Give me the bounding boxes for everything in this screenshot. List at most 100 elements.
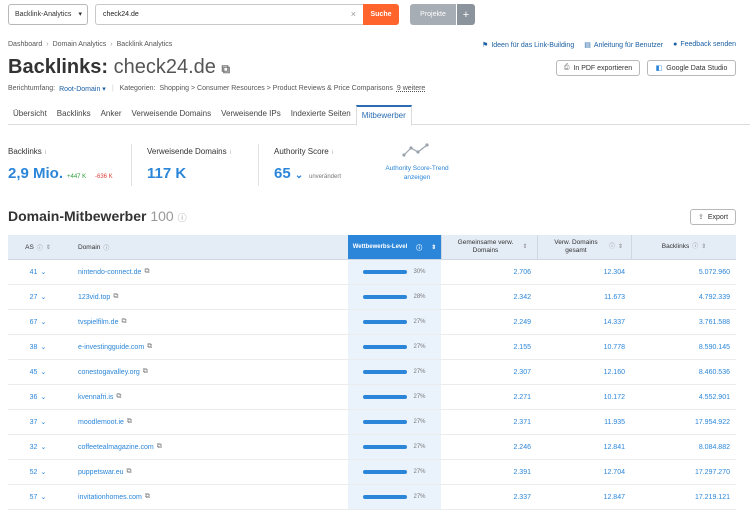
column-as[interactable]: AS ⓘ ⇕ xyxy=(8,235,68,259)
ref-domains-cell[interactable]: 12.160 xyxy=(537,360,631,384)
domain-link[interactable]: moodlemoot.ie xyxy=(78,419,124,426)
external-link-icon[interactable]: ⧉ xyxy=(157,443,162,451)
domain-link[interactable]: invitationhomes.com xyxy=(78,494,142,501)
info-icon[interactable]: i xyxy=(332,150,333,156)
domain-link[interactable]: e-investingguide.com xyxy=(78,344,144,351)
tab-anchors[interactable]: Anker xyxy=(96,105,127,125)
sort-icon[interactable]: ⇕ xyxy=(522,243,527,251)
backlinks-metric-value[interactable]: 2,9 Mio. xyxy=(8,165,63,182)
backlinks-cell[interactable]: 8.460.536 xyxy=(631,360,736,384)
backlinks-cell[interactable]: 8.590.145 xyxy=(631,335,736,359)
search-input[interactable]: check24.de × xyxy=(95,4,363,25)
column-competition-level[interactable]: Wettbewerbs-Level ⓘ ⇕ xyxy=(348,235,441,259)
external-link-icon[interactable]: ⧉ xyxy=(127,418,132,426)
scope-select[interactable]: Root-Domain ▾ xyxy=(59,85,106,93)
info-icon[interactable]: ⓘ xyxy=(692,243,698,251)
backlinks-cell[interactable]: 5.072.960 xyxy=(631,260,736,284)
as-cell[interactable]: 67 ⌄ xyxy=(8,310,68,334)
external-link-icon[interactable]: ⧉ xyxy=(144,268,149,276)
export-button[interactable]: ⇪ Export xyxy=(690,209,736,225)
domain-link[interactable]: nintendo-connect.de xyxy=(78,269,141,276)
tab-overview[interactable]: Übersicht xyxy=(8,105,52,125)
external-link-icon[interactable]: ⧉ xyxy=(147,343,152,351)
as-cell[interactable]: 27 ⌄ xyxy=(8,285,68,309)
tab-competitors[interactable]: Mitbewerber xyxy=(355,105,412,126)
tab-indexed-pages[interactable]: Indexierte Seiten xyxy=(286,105,356,125)
info-icon[interactable]: ⓘ xyxy=(609,243,615,251)
common-domains-cell[interactable]: 2.155 xyxy=(441,335,537,359)
info-icon[interactable]: ⓘ xyxy=(37,243,43,252)
clear-icon[interactable]: × xyxy=(351,9,356,19)
external-link-icon[interactable]: ⧉ xyxy=(116,393,121,401)
feedback-link[interactable]: ● Feedback senden xyxy=(673,41,736,49)
domain-link[interactable]: tvspielfilm.de xyxy=(78,319,118,326)
ref-domains-cell[interactable]: 11.673 xyxy=(537,285,631,309)
as-cell[interactable]: 57 ⌄ xyxy=(8,485,68,509)
search-button[interactable]: Suche xyxy=(363,4,399,25)
sort-icon[interactable]: ⇕ xyxy=(431,244,436,251)
info-icon[interactable]: i xyxy=(45,150,46,156)
backlinks-cell[interactable]: 17.219.121 xyxy=(631,485,736,509)
authority-metric-value[interactable]: 65 ⌄ xyxy=(274,165,303,182)
info-icon[interactable]: ⓘ xyxy=(178,213,187,223)
as-cell[interactable]: 36 ⌄ xyxy=(8,385,68,409)
domain-link[interactable]: conestogavalley.org xyxy=(78,369,140,376)
export-pdf-button[interactable]: ⎙ In PDF exportieren xyxy=(556,60,640,76)
as-cell[interactable]: 38 ⌄ xyxy=(8,335,68,359)
column-total-ref-domains[interactable]: Verw. Domains gesamt ⓘ ⇕ xyxy=(537,235,631,259)
ref-domains-metric-value[interactable]: 117 K xyxy=(147,165,186,182)
authority-trend-link[interactable]: Authority Score-Trend anzeigen xyxy=(378,164,456,182)
common-domains-cell[interactable]: 2.271 xyxy=(441,385,537,409)
backlinks-cell[interactable]: 8.084.882 xyxy=(631,435,736,459)
external-link-icon[interactable]: ⧉ xyxy=(121,318,126,326)
domain-link[interactable]: coffeetealmagazine.com xyxy=(78,444,154,451)
backlinks-cell[interactable]: 4.792.339 xyxy=(631,285,736,309)
database-select[interactable]: Backlink-Analytics ▾ xyxy=(8,4,88,25)
projekte-button[interactable]: Projekte xyxy=(410,4,456,25)
common-domains-cell[interactable]: 2.249 xyxy=(441,310,537,334)
ref-domains-cell[interactable]: 12.704 xyxy=(537,460,631,484)
common-domains-cell[interactable]: 2.371 xyxy=(441,410,537,434)
domain-link[interactable]: puppetswar.eu xyxy=(78,469,124,476)
common-domains-cell[interactable]: 2.337 xyxy=(441,485,537,509)
more-categories-link[interactable]: 9 weitere xyxy=(397,85,425,93)
sort-icon[interactable]: ⇕ xyxy=(618,243,623,251)
ref-domains-cell[interactable]: 10.172 xyxy=(537,385,631,409)
as-cell[interactable]: 41 ⌄ xyxy=(8,260,68,284)
external-link-icon[interactable]: ⧉ xyxy=(221,62,230,76)
ref-domains-cell[interactable]: 12.841 xyxy=(537,435,631,459)
backlinks-cell[interactable]: 4.552.901 xyxy=(631,385,736,409)
user-guide-link[interactable]: ▤ Anleitung für Benutzer xyxy=(584,41,663,49)
as-cell[interactable]: 45 ⌄ xyxy=(8,360,68,384)
external-link-icon[interactable]: ⧉ xyxy=(127,468,132,476)
info-icon[interactable]: ⓘ xyxy=(103,243,109,252)
common-domains-cell[interactable]: 2.342 xyxy=(441,285,537,309)
backlinks-cell[interactable]: 17.954.922 xyxy=(631,410,736,434)
add-project-button[interactable]: + xyxy=(457,4,475,25)
as-cell[interactable]: 32 ⌄ xyxy=(8,435,68,459)
breadcrumb-domain-analytics[interactable]: Domain Analytics xyxy=(53,41,107,48)
ref-domains-cell[interactable]: 12.847 xyxy=(537,485,631,509)
as-cell[interactable]: 52 ⌄ xyxy=(8,460,68,484)
sort-icon[interactable]: ⇕ xyxy=(46,244,51,251)
as-cell[interactable]: 37 ⌄ xyxy=(8,410,68,434)
common-domains-cell[interactable]: 2.706 xyxy=(441,260,537,284)
domain-link[interactable]: 123vid.top xyxy=(78,294,110,301)
external-link-icon[interactable]: ⧉ xyxy=(143,368,148,376)
info-icon[interactable]: i xyxy=(230,150,231,156)
ref-domains-cell[interactable]: 10.778 xyxy=(537,335,631,359)
backlinks-cell[interactable]: 17.297.270 xyxy=(631,460,736,484)
ref-domains-cell[interactable]: 11.935 xyxy=(537,410,631,434)
column-backlinks[interactable]: Backlinks ⓘ ⇕ xyxy=(631,235,736,259)
breadcrumb-dashboard[interactable]: Dashboard xyxy=(8,41,42,48)
common-domains-cell[interactable]: 2.307 xyxy=(441,360,537,384)
tab-referring-domains[interactable]: Verweisende Domains xyxy=(127,105,217,125)
common-domains-cell[interactable]: 2.391 xyxy=(441,460,537,484)
backlinks-cell[interactable]: 3.761.588 xyxy=(631,310,736,334)
tab-referring-ips[interactable]: Verweisende IPs xyxy=(216,105,286,125)
ref-domains-cell[interactable]: 12.304 xyxy=(537,260,631,284)
column-common-domains[interactable]: Gemeinsame verw. Domains ⇕ xyxy=(441,235,537,259)
ref-domains-cell[interactable]: 14.337 xyxy=(537,310,631,334)
google-data-studio-button[interactable]: ◧ Google Data Studio xyxy=(647,60,736,76)
sort-icon[interactable]: ⇕ xyxy=(701,243,706,251)
